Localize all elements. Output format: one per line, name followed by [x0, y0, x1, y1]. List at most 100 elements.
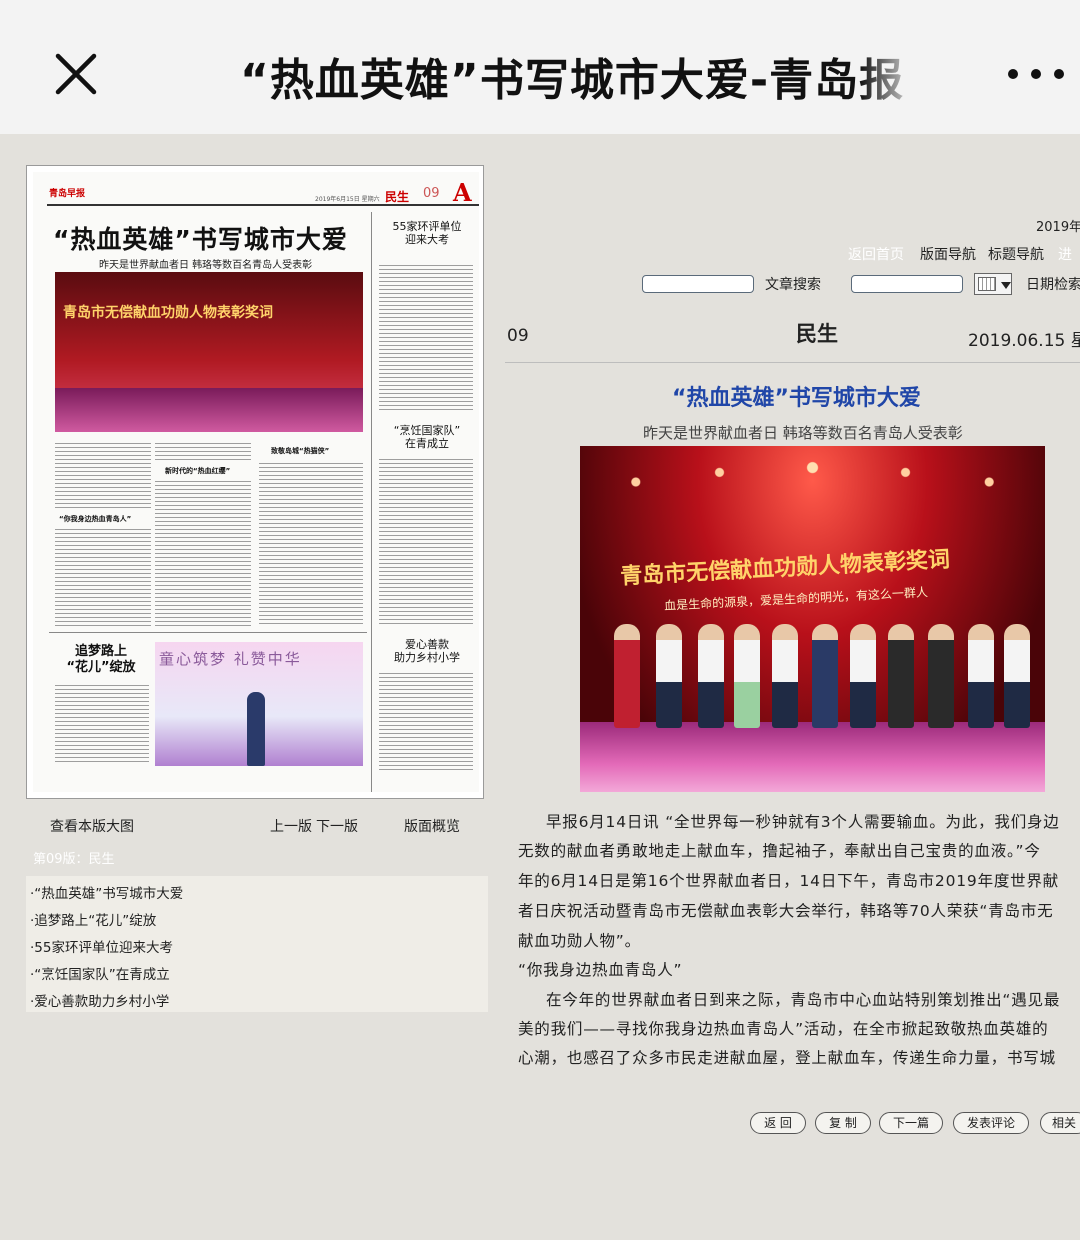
- honoree: [812, 624, 838, 728]
- newspaper-page: 青岛早报 2019年6月15日 星期六 民生 09 A “热血英雄”书写城市大爱…: [33, 172, 479, 792]
- main-story-subhead-3: 致敬岛城“热猫侠”: [271, 447, 330, 455]
- newspaper-photo-stage: [55, 388, 363, 432]
- back-button[interactable]: 返 回: [750, 1112, 806, 1134]
- main-story-text-col-2b: [155, 478, 251, 626]
- next-page-link[interactable]: 下一版: [316, 816, 358, 836]
- more-options-icon[interactable]: [1004, 64, 1068, 84]
- title-bar: “热血英雄”书写城市大爱-青岛报: [0, 0, 1080, 134]
- article-search-input[interactable]: [642, 275, 754, 293]
- article-list: ·“热血英雄”书写城市大爱 ·追梦路上“花儿”绽放 ·55家环评单位迎来大考 ·…: [26, 876, 488, 1012]
- newspaper-main-photo: 青岛市无偿献血功勋人物表彰奖词: [55, 272, 363, 432]
- newspaper-header-rule: [47, 204, 479, 206]
- main-story-text-col-1a: [55, 440, 151, 510]
- main-story-subhead-2: 新时代的“热血红缨”: [165, 467, 231, 475]
- article-paragraph-line: 无数的献血者勇敢地走上献血车，撸起袖子，奉献出自己宝贵的血液。”今: [518, 842, 1041, 860]
- side-story-2-line-1: “烹饪国家队”: [393, 424, 461, 437]
- article-list-item[interactable]: ·追梦路上“花儿”绽放: [30, 909, 156, 929]
- page-title: “热血英雄”书写城市大爱-青岛报: [240, 55, 905, 106]
- page-overview-link[interactable]: 版面概览: [404, 816, 460, 836]
- column-divider: [371, 212, 372, 792]
- article-list-item[interactable]: ·55家环评单位迎来大考: [30, 936, 173, 956]
- honoree: [1004, 624, 1030, 728]
- back-home-link[interactable]: 返回首页: [848, 244, 904, 264]
- side-story-1-line-2: 迎来大考: [405, 233, 449, 246]
- side-story-3-headline: 爱心善款 助力乡村小学: [377, 638, 477, 664]
- honorees-row: [594, 624, 1034, 728]
- main-story-subhead-1: “你我身边热血青岛人”: [59, 515, 132, 523]
- article-subheadline: 昨天是世界献血者日 韩珞等数百名青岛人受表彰: [643, 424, 963, 442]
- side-story-3-text: [379, 670, 473, 770]
- side-story-3-line-1: 爱心善款: [405, 638, 449, 651]
- side-story-3-line-2: 助力乡村小学: [394, 651, 460, 664]
- article-section: 民生: [796, 322, 838, 346]
- section-label: 第09版：民生: [33, 852, 115, 867]
- article-page-number: 09: [507, 326, 529, 346]
- article-paragraph-line: 早报6月14日讯 “全世界每一秒钟就有3个人需要输血。为此，我们身边: [546, 813, 1060, 831]
- newspaper-photo-banner: 青岛市无偿献血功勋人物表彰奖词: [63, 305, 273, 321]
- next-article-button[interactable]: 下一篇: [879, 1112, 943, 1134]
- article-paragraph-line: 美的我们——寻找你我身边热血青岛人”活动，在全市掀起致敬热血英雄的: [518, 1020, 1049, 1038]
- bottom-story-line-2: “花儿”绽放: [66, 660, 136, 675]
- article-subheading: “你我身边热血青岛人”: [518, 961, 683, 979]
- newspaper-page-letter: A: [453, 178, 472, 207]
- title-nav-link[interactable]: 标题导航: [988, 244, 1044, 264]
- prev-page-link[interactable]: 上一版: [270, 816, 312, 836]
- title-fade: [860, 40, 920, 110]
- view-large-link[interactable]: 查看本版大图: [50, 816, 134, 836]
- main-story-text-col-3: [259, 460, 363, 626]
- calendar-grid: [978, 277, 996, 291]
- honoree: [928, 624, 954, 728]
- newspaper-page-image[interactable]: 青岛早报 2019年6月15日 星期六 民生 09 A “热血英雄”书写城市大爱…: [26, 165, 484, 799]
- honoree: [888, 624, 914, 728]
- side-story-2-text: [379, 456, 473, 624]
- article-search-button[interactable]: 文章搜索: [765, 274, 821, 294]
- article-headline: “热血英雄”书写城市大爱: [672, 386, 921, 411]
- honoree: [698, 624, 724, 728]
- calendar-icon[interactable]: [974, 273, 1012, 295]
- article-paragraph-line: 者日庆祝活动暨青岛市无偿献血表彰大会举行，韩珞等70人荣获“青岛市无: [518, 902, 1054, 920]
- more-nav-link[interactable]: 进: [1058, 244, 1072, 264]
- close-icon[interactable]: [52, 50, 100, 98]
- article-photo-slogan: 血是生命的源泉，爱是生命的明光，有这么一群人: [663, 585, 929, 613]
- bottom-story-line-1: 追梦路上: [74, 644, 127, 659]
- date-search-button[interactable]: 日期检索: [1026, 274, 1080, 294]
- dropdown-arrow-icon: [1001, 282, 1011, 289]
- newspaper-subheadline: 昨天是世界献血者日 韩珞等数百名青岛人受表彰: [99, 260, 313, 271]
- honoree: [614, 624, 640, 728]
- newspaper-date-line: 2019年6月15日 星期六: [315, 196, 380, 203]
- related-button[interactable]: 相关: [1040, 1112, 1080, 1134]
- row-divider: [49, 632, 367, 633]
- side-story-2-line-2: 在青成立: [405, 437, 449, 450]
- newspaper-bottom-photo: 童心筑梦 礼赞中华: [155, 642, 363, 766]
- article-header-rule: [505, 362, 1080, 363]
- layout-nav-link[interactable]: 版面导航: [920, 244, 976, 264]
- article-list-item[interactable]: ·“烹饪国家队”在青成立: [30, 963, 170, 983]
- honoree: [968, 624, 994, 728]
- newspaper-section: 民生: [385, 190, 410, 204]
- article-photo: 青岛市无偿献血功勋人物表彰奖词 血是生命的源泉，爱是生命的明光，有这么一群人: [580, 446, 1045, 792]
- date-search-input[interactable]: [851, 275, 963, 293]
- side-story-1-text: [379, 262, 473, 412]
- bottom-photo-performer: [247, 692, 265, 766]
- year-label: 2019年: [1036, 220, 1080, 235]
- honoree: [734, 624, 760, 728]
- side-story-2-headline: “烹饪国家队” 在青成立: [377, 424, 477, 450]
- bottom-story-text: [55, 682, 149, 762]
- copy-button[interactable]: 复 制: [815, 1112, 871, 1134]
- main-story-text-col-1b: [55, 526, 151, 626]
- honoree: [656, 624, 682, 728]
- newspaper-logo: 青岛早报: [49, 189, 86, 199]
- newspaper-page-number: 09: [423, 186, 440, 201]
- main-story-text-col-2a: [155, 440, 251, 460]
- article-list-item[interactable]: ·爱心善款助力乡村小学: [30, 990, 169, 1010]
- article-paragraph-line: 心潮，也感召了众多市民走进献血屋，登上献血车，传递生命力量，书写城: [518, 1049, 1056, 1067]
- article-paragraph-line: 年的6月14日是第16个世界献血者日，14日下午，青岛市2019年度世界献: [518, 872, 1060, 890]
- bottom-photo-banner: 童心筑梦 礼赞中华: [159, 650, 302, 668]
- article-paragraph-line: 献血功勋人物”。: [518, 932, 641, 950]
- honoree: [850, 624, 876, 728]
- side-story-1-headline: 55家环评单位 迎来大考: [377, 220, 477, 246]
- article-list-item[interactable]: ·“热血英雄”书写城市大爱: [30, 882, 183, 902]
- comment-button[interactable]: 发表评论: [953, 1112, 1029, 1134]
- article-paragraph-line: 在今年的世界献血者日到来之际，青岛市中心血站特别策划推出“遇见最: [546, 991, 1061, 1009]
- bottom-story-headline: 追梦路上 “花儿”绽放: [53, 644, 149, 676]
